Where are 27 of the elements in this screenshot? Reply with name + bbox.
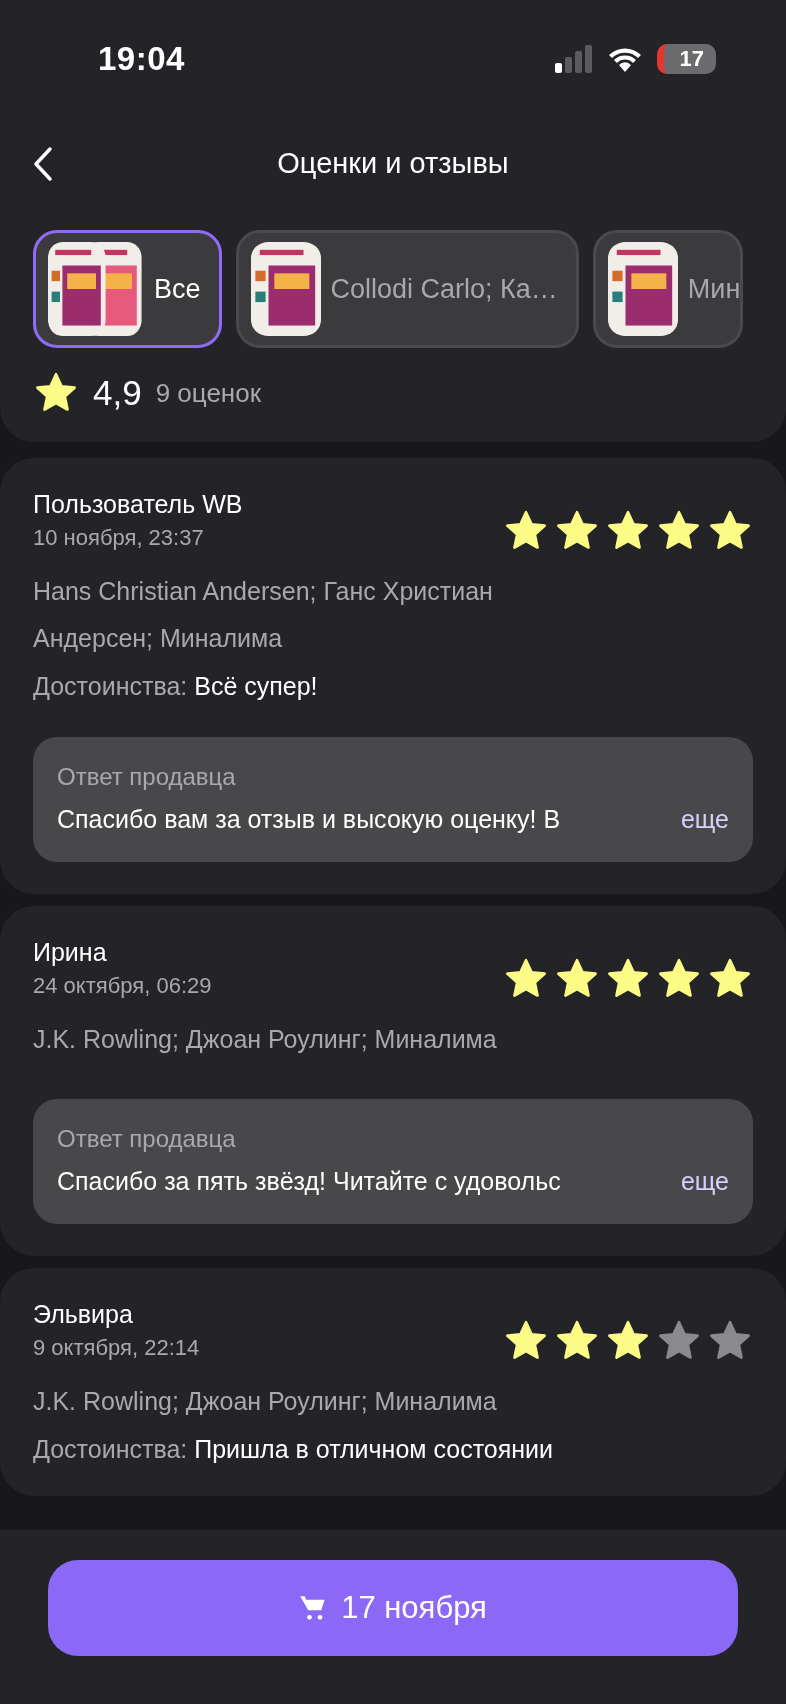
review-date: 10 ноября, 23:37 bbox=[33, 525, 205, 551]
review-date: 24 октября, 06:29 bbox=[33, 973, 212, 999]
rating-count: 9 оценок bbox=[155, 377, 262, 409]
product-name: J.K. Rowling; Джоан Роулинг; Миналима bbox=[33, 1024, 498, 1055]
rating-value: 4,9 bbox=[93, 373, 142, 413]
product-name: J.K. Rowling; Джоан Роулинг; Миналима bbox=[33, 1386, 498, 1417]
reply-text: Спасибо за пять звёзд! Читайте с удовольс bbox=[57, 1167, 562, 1196]
more-link[interactable]: еще bbox=[680, 805, 729, 834]
review-pros: Достоинства: Пришла в отличном состоянии bbox=[33, 1435, 554, 1464]
review-author: Ирина bbox=[33, 938, 108, 967]
page-title: Оценки и отзывы bbox=[277, 146, 509, 180]
signal-icon bbox=[554, 45, 593, 73]
reply-title: Ответ продавца bbox=[57, 763, 237, 791]
review-author: Пользователь WB bbox=[33, 490, 243, 519]
battery-level: 17 bbox=[656, 44, 716, 74]
reply-text: Спасибо вам за отзыв и высокую оценку! В bbox=[57, 805, 562, 834]
review-pros: Достоинства: Всё супер! bbox=[33, 672, 319, 701]
reply-title: Ответ продавца bbox=[57, 1125, 237, 1153]
filter-chip[interactable]: Collodi Carlo; Ка… bbox=[235, 230, 579, 348]
more-link[interactable]: еще bbox=[680, 1167, 729, 1196]
review-date: 9 октября, 22:14 bbox=[33, 1335, 200, 1361]
status-time: 19:04 bbox=[98, 40, 185, 78]
filter-chip[interactable]: Все bbox=[33, 230, 222, 348]
review-author: Эльвира bbox=[33, 1300, 134, 1329]
buy-button[interactable]: 17 ноября bbox=[48, 1560, 738, 1656]
filter-chip[interactable]: Мин bbox=[592, 230, 744, 348]
product-name: Hans Christian Andersen; Ганс Христиан Андерсен; Миналима bbox=[33, 576, 494, 654]
